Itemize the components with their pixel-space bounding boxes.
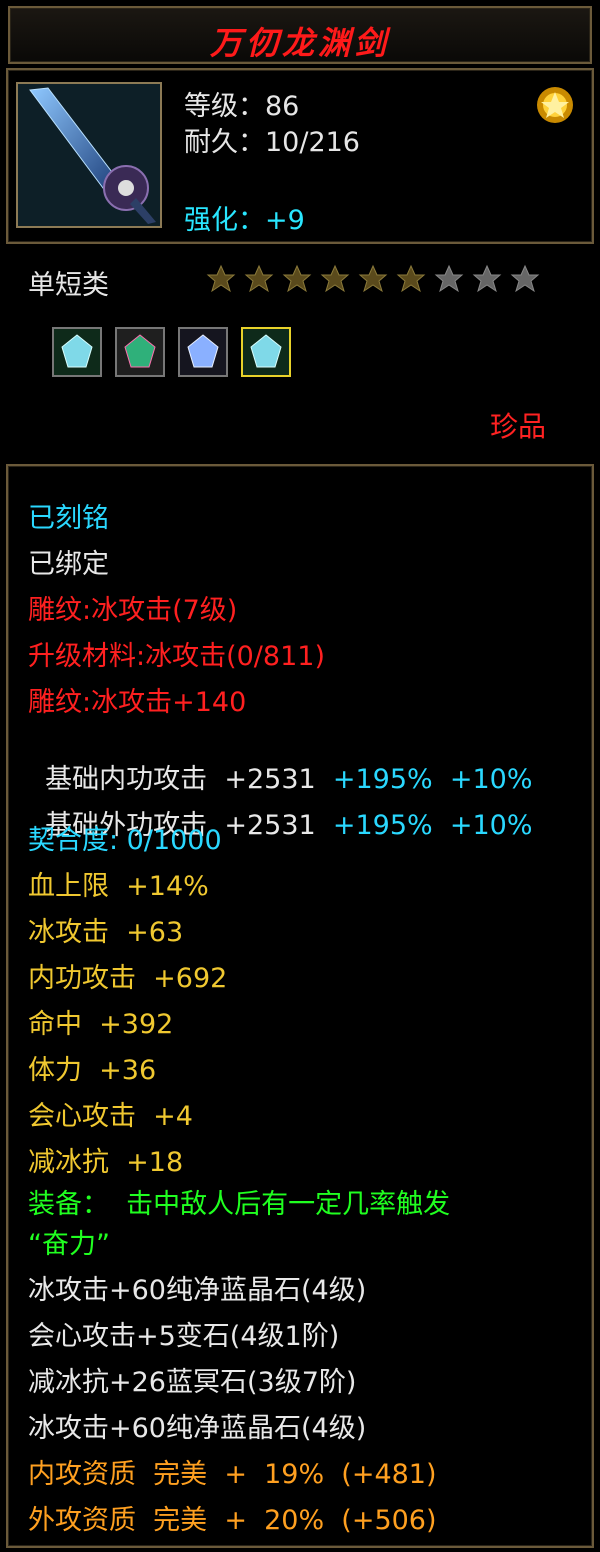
star-filled-icon (358, 264, 388, 293)
socket-gem-line-4: 冰攻击+60纯净蓝晶石(4级) (28, 1413, 367, 1444)
hit-line: 命中 +392 (28, 1009, 174, 1040)
durability-stat: 耐久：10/216 (184, 127, 360, 158)
base-outer-attack-pct2: +10% (449, 810, 533, 841)
outer-attack-quality-line: 外攻资质 完美 + 20% (+506) (28, 1505, 437, 1536)
star-filled-icon (244, 264, 274, 293)
ice-attack-line: 冰攻击 +63 (28, 917, 184, 948)
upgrade-material-line: 升级材料:冰攻击(0/811) (28, 641, 325, 672)
rarity-label: 珍品 (490, 410, 547, 443)
socket-gem-line-3: 减冰抗+26蓝冥石(3级7阶) (28, 1367, 357, 1398)
equip-effect-name: “奋力” (28, 1229, 110, 1260)
gem-socket-variant-stone-icon[interactable] (115, 327, 165, 377)
stamina-line: 体力 +36 (28, 1055, 157, 1086)
star-filled-icon (396, 264, 426, 293)
star-empty-icon (472, 264, 502, 293)
level-stat: 等级：86 (184, 91, 300, 122)
item-title: 万仞龙渊剑 (209, 24, 390, 62)
socket-gem-line-2: 会心攻击+5变石(4级1阶) (28, 1321, 340, 1352)
star-empty-icon (434, 264, 464, 293)
gem-socket-blue-crystal-icon[interactable] (52, 327, 102, 377)
enhance-stat: 强化：+9 (184, 205, 305, 236)
star-filled-icon (206, 264, 236, 293)
hp-limit-line: 血上限 +14% (28, 871, 209, 902)
gem-socket-blue-crystal-icon[interactable] (241, 327, 291, 377)
bound-status: 已绑定 (28, 549, 109, 580)
crit-attack-line: 会心攻击 +4 (28, 1101, 193, 1132)
ice-resist-reduction-line: 减冰抗 +18 (28, 1147, 184, 1178)
base-outer-attack-pct: +195% (332, 810, 433, 841)
equip-effect-line: 装备： 击中敌人后有一定几率触发 (28, 1189, 451, 1220)
star-filled-icon (320, 264, 350, 293)
star-filled-icon (282, 264, 312, 293)
engraved-status: 已刻铭 (28, 503, 109, 534)
star-empty-icon (510, 264, 540, 293)
carving-bonus-line: 雕纹:冰攻击+140 (28, 687, 247, 718)
weapon-category: 单短类 (28, 270, 109, 301)
gem-socket-blue-underworld-stone-icon[interactable] (178, 327, 228, 377)
inner-attack-line: 内功攻击 +692 (28, 963, 228, 994)
gold-emblem-icon[interactable] (534, 84, 576, 126)
socket-gem-line-1: 冰攻击+60纯净蓝晶石(4级) (28, 1275, 367, 1306)
inner-attack-quality-line: 内攻资质 完美 + 19% (+481) (28, 1459, 437, 1490)
carving-line: 雕纹:冰攻击(7级) (28, 595, 238, 626)
fit-line: 契合度: 0/1000 (28, 825, 222, 856)
title-bar: 万仞龙渊剑 (8, 6, 592, 64)
sword-icon (16, 82, 162, 228)
